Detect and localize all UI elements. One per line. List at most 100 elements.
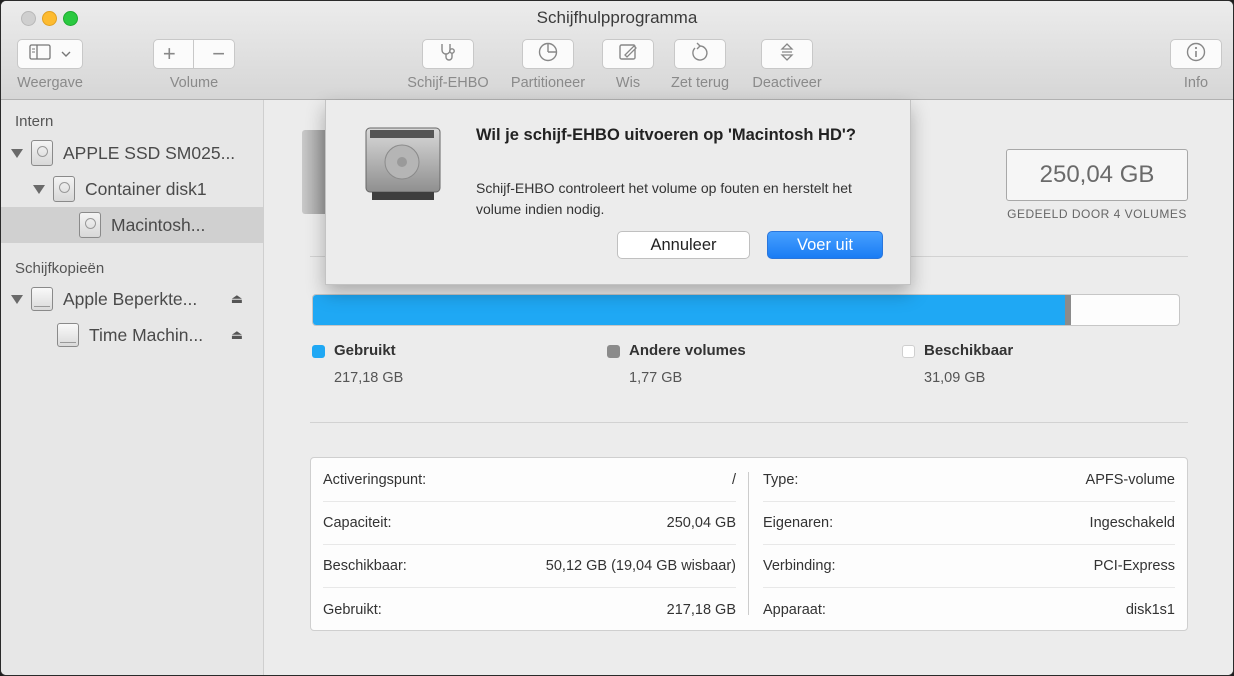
sidebar-item-label: Container disk1 [85, 178, 207, 199]
legend-swatch [312, 345, 325, 358]
first-aid-button[interactable] [422, 39, 474, 69]
info-row-connection: Verbinding: PCI-Express [763, 545, 1175, 588]
info-row-available: Beschikbaar: 50,12 GB (19,04 GB wisbaar) [323, 545, 736, 588]
info-value: 50,12 GB (19,04 GB wisbaar) [545, 558, 736, 574]
info-table: Activeringspunt: / Capaciteit: 250,04 GB… [310, 457, 1188, 631]
unmount-icon [779, 42, 795, 67]
view-label: Weergave [17, 75, 83, 91]
sidebar-item-apple-ssd[interactable]: APPLE SSD SM025... [1, 135, 263, 171]
sidebar-item-label: APPLE SSD SM025... [63, 142, 236, 163]
sidebar-item-macintosh-hd[interactable]: Macintosh... [1, 207, 263, 243]
info-row-device: Apparaat: disk1s1 [763, 588, 1175, 631]
partition-label: Partitioneer [510, 75, 586, 91]
legend-value: 1,77 GB [629, 370, 683, 386]
first-aid-label: Schijf-EHBO [407, 75, 489, 91]
info-row-used: Gebruikt: 217,18 GB [323, 588, 736, 631]
usage-bar-used [313, 295, 1066, 325]
info-label: Info [1183, 75, 1209, 91]
erase-label: Wis [615, 75, 641, 91]
info-key: Capaciteit: [323, 515, 392, 531]
capacity-box: 250,04 GB [1006, 149, 1188, 201]
view-button[interactable] [17, 39, 83, 69]
sidebar-item-label: Time Machin... [89, 324, 204, 345]
usage-bar-other [1065, 295, 1072, 325]
info-value: disk1s1 [1125, 601, 1175, 618]
usage-bar [312, 294, 1180, 326]
remove-volume-button[interactable]: − [212, 43, 225, 65]
restore-icon [690, 42, 710, 67]
info-icon [1185, 41, 1207, 68]
restore-label: Zet terug [670, 75, 730, 91]
eject-icon[interactable]: ⏏ [231, 327, 243, 343]
unmount-button[interactable] [761, 39, 813, 69]
legend-value: 31,09 GB [924, 370, 986, 386]
hard-disk-icon [53, 176, 75, 202]
dialog-title: Wil je schijf-EHBO uitvoeren op 'Macinto… [476, 126, 856, 144]
legend-name: Andere volumes [629, 342, 746, 359]
disk-utility-window: Schijfhulpprogramma Weergave + − Volume … [0, 0, 1234, 676]
pencil-icon [617, 42, 639, 67]
info-value: APFS-volume [1085, 472, 1175, 488]
toolbar: Schijfhulpprogramma Weergave + − Volume … [1, 1, 1233, 100]
dialog-message: Schijf-EHBO controleert het volume op fo… [476, 180, 852, 217]
info-key: Type: [763, 472, 799, 488]
hard-disk-icon [31, 140, 53, 166]
info-key: Activeringspunt: [323, 472, 427, 488]
info-value: 250,04 GB [666, 515, 736, 531]
disclosure-triangle-icon[interactable] [11, 148, 23, 158]
disk-image-icon [31, 287, 53, 311]
info-row-type: Type: APFS-volume [763, 459, 1175, 502]
window-title: Schijfhulpprogramma [536, 8, 698, 27]
disclosure-triangle-icon[interactable] [11, 294, 23, 304]
hard-drive-icon [362, 124, 444, 209]
info-row-owners: Eigenaren: Ingeschakeld [763, 502, 1175, 545]
unmount-label: Deactiveer [752, 75, 822, 91]
stethoscope-icon [437, 42, 459, 67]
cancel-button[interactable]: Annuleer [617, 231, 750, 259]
info-value: Ingeschakeld [1089, 515, 1175, 531]
info-row-mount-point: Activeringspunt: / [323, 459, 736, 502]
info-key: Eigenaren: [763, 515, 834, 531]
run-button[interactable]: Voer uit [767, 231, 883, 259]
legend-value: 217,18 GB [334, 370, 404, 386]
capacity-shared-label: GEDEELD DOOR 4 VOLUMES [1007, 207, 1187, 221]
info-key: Verbinding: [763, 558, 836, 574]
info-button[interactable] [1170, 39, 1222, 69]
sidebar: Intern APPLE SSD SM025... Container disk… [1, 100, 264, 675]
volume-segmented-control: + − [153, 39, 235, 69]
legend-swatch [607, 345, 620, 358]
divider [310, 422, 1188, 423]
info-key: Beschikbaar: [323, 558, 407, 574]
restore-button[interactable] [674, 39, 726, 69]
chevron-down-icon [61, 45, 71, 63]
eject-icon[interactable]: ⏏ [231, 291, 243, 307]
disk-image-icon [57, 323, 79, 347]
legend-name: Beschikbaar [924, 342, 1014, 359]
sidebar-item-label: Macintosh... [111, 214, 206, 235]
disclosure-triangle-icon[interactable] [33, 184, 45, 194]
sidebar-icon [29, 43, 51, 65]
segment-divider [193, 40, 195, 68]
add-volume-button[interactable]: + [163, 43, 176, 65]
hard-disk-icon [79, 212, 101, 238]
info-value: PCI-Express [1093, 558, 1175, 574]
legend-swatch [902, 345, 915, 358]
info-key: Gebruikt: [323, 601, 382, 618]
sidebar-item-container-disk1[interactable]: Container disk1 [1, 171, 263, 207]
first-aid-sheet: Wil je schijf-EHBO uitvoeren op 'Macinto… [325, 100, 911, 285]
sidebar-section-internal: Intern [15, 113, 54, 130]
volume-icon [302, 130, 326, 214]
pie-icon [537, 41, 559, 68]
info-value: / [731, 472, 736, 488]
partition-button[interactable] [522, 39, 574, 69]
sidebar-item-apple-beperkte[interactable]: Apple Beperkte... ⏏ [1, 281, 263, 317]
sidebar-section-disk-images: Schijfkopieën [15, 260, 105, 277]
info-key: Apparaat: [763, 601, 826, 618]
sidebar-item-time-machine[interactable]: Time Machin... ⏏ [1, 317, 263, 353]
sidebar-item-label: Apple Beperkte... [63, 288, 198, 309]
info-row-capacity: Capaciteit: 250,04 GB [323, 502, 736, 545]
volume-label: Volume [169, 75, 219, 91]
legend-name: Gebruikt [334, 342, 396, 359]
erase-button[interactable] [602, 39, 654, 69]
info-column-divider [748, 472, 749, 615]
